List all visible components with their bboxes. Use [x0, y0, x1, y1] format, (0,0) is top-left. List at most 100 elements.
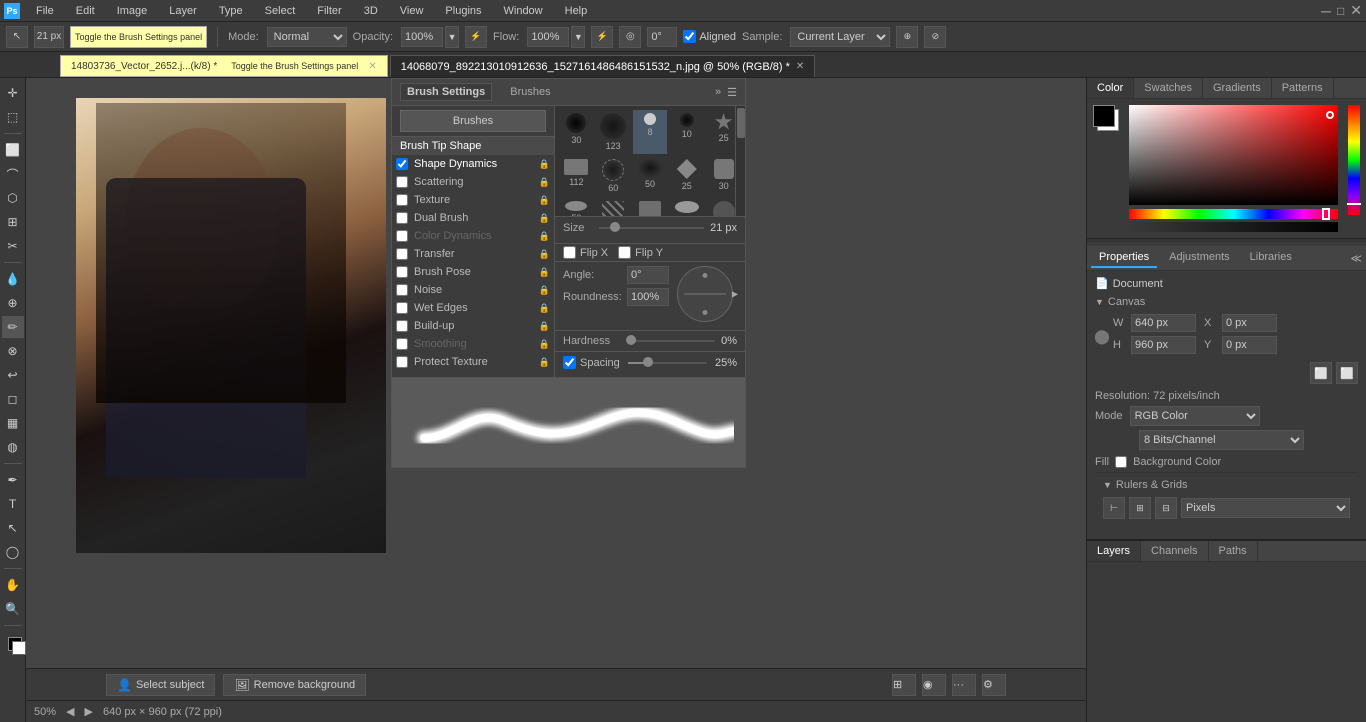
tab-close-0[interactable]: ✕	[368, 61, 376, 72]
tool-lasso[interactable]: ⌒	[2, 163, 24, 185]
brush-cell-8[interactable]: 8	[633, 110, 668, 154]
shape-dynamics-option[interactable]: Shape Dynamics 🔒	[392, 155, 554, 173]
x-input[interactable]	[1222, 314, 1277, 332]
height-input[interactable]	[1131, 336, 1196, 354]
brush-cell-10[interactable]: 10	[669, 110, 704, 154]
link-icon[interactable]: ⬤	[1095, 316, 1109, 356]
noise-checkbox[interactable]	[396, 284, 408, 296]
brush-cell-127[interactable]: 127	[669, 198, 704, 216]
angle-input[interactable]	[647, 27, 677, 47]
sample-select[interactable]: Current Layer	[790, 27, 890, 47]
props-tab-adjustments[interactable]: Adjustments	[1161, 248, 1238, 268]
tool-object-selection[interactable]: ⬡	[2, 187, 24, 209]
fill-checkbox[interactable]	[1115, 456, 1127, 468]
mask-btn[interactable]: ◉	[922, 674, 946, 696]
nav-arrow-left[interactable]: ◀	[66, 705, 74, 718]
angle-dial[interactable]: ▶	[677, 266, 737, 326]
dual-brush-checkbox[interactable]	[396, 212, 408, 224]
y-input[interactable]	[1222, 336, 1277, 354]
tool-clone-stamp[interactable]: ⊗	[2, 340, 24, 362]
width-input[interactable]	[1131, 314, 1196, 332]
flow-input[interactable]	[527, 27, 569, 47]
hue-slider[interactable]	[1129, 209, 1338, 219]
tool-blur[interactable]: ◍	[2, 436, 24, 458]
scattering-option[interactable]: Scattering 🔒	[392, 173, 554, 191]
shape-dynamics-checkbox[interactable]	[396, 158, 408, 170]
tab-close-1[interactable]: ✕	[796, 61, 804, 72]
angle-btn[interactable]: ◎	[619, 26, 641, 48]
nav-arrow-right[interactable]: ▶	[85, 705, 93, 718]
crop-content-btn[interactable]: ⊞	[892, 674, 916, 696]
tool-pen[interactable]: ✒	[2, 469, 24, 491]
brushes-button[interactable]: Brushes	[400, 110, 546, 132]
menu-file[interactable]: File	[30, 3, 60, 19]
protect-texture-checkbox[interactable]	[396, 356, 408, 368]
menu-layer[interactable]: Layer	[163, 3, 203, 19]
maximize-btn[interactable]: □	[1337, 4, 1344, 18]
tool-history[interactable]: ↩	[2, 364, 24, 386]
ruler-btn-grid[interactable]: ⊟	[1155, 497, 1177, 519]
menu-3d[interactable]: 3D	[358, 3, 384, 19]
tool-artboard[interactable]: ⬚	[2, 106, 24, 128]
minimize-btn[interactable]: ─	[1321, 3, 1331, 19]
buildup-option[interactable]: Build-up 🔒	[392, 317, 554, 335]
texture-option[interactable]: Texture 🔒	[392, 191, 554, 209]
props-panel-collapse[interactable]: ≪	[1350, 252, 1362, 265]
tab-1[interactable]: 14068079_892213010912636_152716148648615…	[390, 55, 816, 77]
aligned-checkbox[interactable]	[683, 30, 696, 43]
canvas-image[interactable]	[76, 98, 386, 553]
pressure-opacity-btn[interactable]: ⚡	[465, 26, 487, 48]
tool-zoom[interactable]: 🔍	[2, 598, 24, 620]
tool-spot-heal[interactable]: ⊕	[2, 292, 24, 314]
tool-brush[interactable]: ✏	[2, 316, 24, 338]
texture-checkbox[interactable]	[396, 194, 408, 206]
brush-cell-60a[interactable]: 60	[596, 156, 631, 196]
tool-path-select[interactable]: ↖	[2, 517, 24, 539]
brush-cell-25a[interactable]: 25	[669, 156, 704, 196]
color-dynamics-checkbox[interactable]	[396, 230, 408, 242]
color-dynamics-option[interactable]: Color Dynamics 🔒	[392, 227, 554, 245]
tab-0[interactable]: 14803736_Vector_2652.j...(k/8) * Toggle …	[60, 55, 388, 77]
brush-cell-123[interactable]: 123	[596, 110, 631, 154]
rulers-header[interactable]: ▼ Rulers & Grids	[1103, 479, 1350, 491]
flip-x-checkbox[interactable]	[563, 246, 576, 259]
portrait-btn[interactable]: ⬜	[1310, 362, 1332, 384]
color-tab-patterns[interactable]: Patterns	[1272, 78, 1334, 98]
tool-move[interactable]: ✛	[2, 82, 24, 104]
tool-crop[interactable]: ⊞	[2, 211, 24, 233]
menu-help[interactable]: Help	[559, 3, 594, 19]
brush-cell-100[interactable]: 100	[633, 198, 668, 216]
wet-edges-option[interactable]: Wet Edges 🔒	[392, 299, 554, 317]
wet-edges-checkbox[interactable]	[396, 302, 408, 314]
canvas-area[interactable]: Brush Settings Brushes » ☰ Brushes Brush…	[26, 78, 1086, 722]
menu-image[interactable]: Image	[111, 3, 154, 19]
tool-shapes[interactable]: ◯	[2, 541, 24, 563]
opacity-expand[interactable]: ▼	[445, 26, 459, 48]
color-gradient-picker[interactable]	[1129, 105, 1338, 205]
tool-move[interactable]: ↖	[6, 26, 28, 48]
smoothing-checkbox[interactable]	[396, 338, 408, 350]
alpha-slider[interactable]	[1129, 222, 1338, 232]
close-btn[interactable]: ✕	[1350, 2, 1362, 19]
menu-plugins[interactable]: Plugins	[439, 3, 487, 19]
color-tab-gradients[interactable]: Gradients	[1203, 78, 1272, 98]
brush-pose-option[interactable]: Brush Pose 🔒	[392, 263, 554, 281]
brush-size-input[interactable]: 21 px	[34, 26, 64, 48]
brush-tip-shape[interactable]: Brush Tip Shape	[392, 137, 554, 155]
layers-tab-paths[interactable]: Paths	[1209, 541, 1258, 561]
protect-texture-option[interactable]: Protect Texture 🔒	[392, 353, 554, 371]
pressure-btn[interactable]: ⊘	[924, 26, 946, 48]
properties-btn[interactable]: ⚙	[982, 674, 1006, 696]
spacing-checkbox[interactable]	[563, 356, 576, 369]
panel-expand-btn[interactable]: »	[715, 86, 721, 98]
brush-cell-50a[interactable]: 50	[633, 156, 668, 196]
bit-depth-select[interactable]: 8 Bits/Channel	[1139, 430, 1304, 450]
smoothing-option[interactable]: Smoothing 🔒	[392, 335, 554, 353]
tool-eyedropper[interactable]: 💧	[2, 268, 24, 290]
brush-cell-112[interactable]: 112	[559, 156, 594, 196]
color-rainbow-strip[interactable]	[1348, 105, 1360, 215]
brush-cell-50b[interactable]: 50	[559, 198, 594, 216]
brush-cell-60b[interactable]: 60	[596, 198, 631, 216]
color-tab-swatches[interactable]: Swatches	[1134, 78, 1203, 98]
layers-tab-layers[interactable]: Layers	[1087, 541, 1141, 561]
